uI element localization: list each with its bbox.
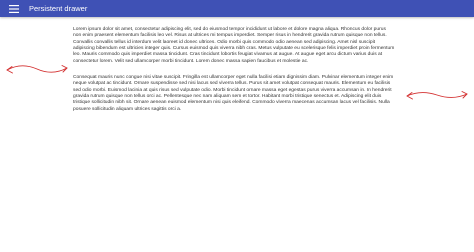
page-title: Persistent drawer [29, 4, 88, 13]
left-double-arrow-icon [6, 65, 68, 74]
paragraph-2: Consequat mauris nunc congue nisi vitae … [73, 75, 394, 112]
menu-icon [9, 4, 19, 13]
paragraph-1: Lorem ipsum dolor sit amet, consectetur … [73, 27, 395, 64]
app-window: Persistent drawer Lorem ipsum dolor sit … [0, 0, 474, 252]
menu-button[interactable] [7, 2, 21, 16]
app-bar: Persistent drawer [0, 0, 474, 17]
right-double-arrow-icon [406, 91, 468, 100]
main-content: Lorem ipsum dolor sit amet, consectetur … [73, 27, 395, 113]
